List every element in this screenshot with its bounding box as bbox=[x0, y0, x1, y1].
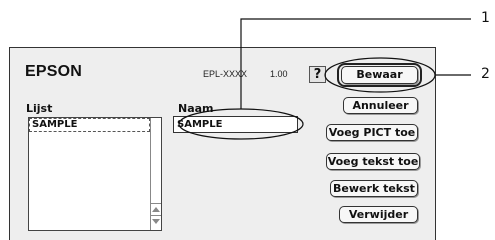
save-button-highlight bbox=[324, 57, 436, 93]
callout-2-number: 2 bbox=[481, 66, 490, 82]
name-field-highlight bbox=[178, 108, 304, 140]
callout-1-line bbox=[240, 18, 471, 109]
callout-1-number: 1 bbox=[481, 10, 490, 26]
callout-lines bbox=[178, 18, 471, 140]
